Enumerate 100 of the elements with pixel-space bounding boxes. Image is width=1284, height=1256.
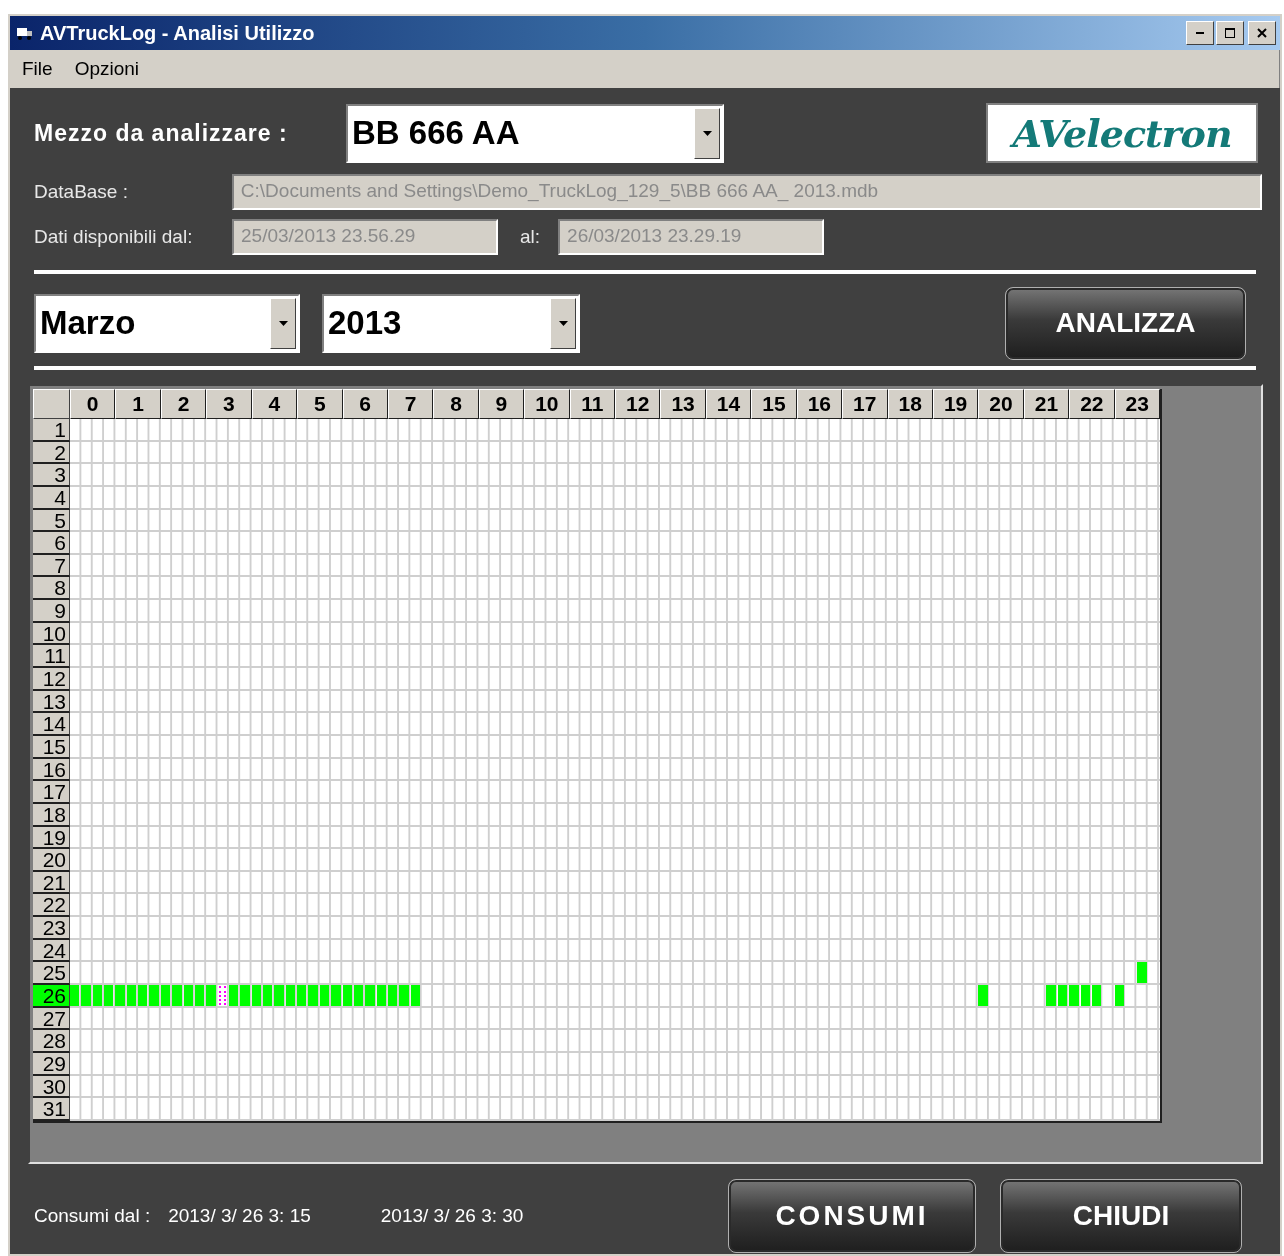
usage-cell[interactable] [206,985,216,1006]
day-header[interactable]: 23 [33,917,70,940]
usage-cell[interactable] [1057,985,1068,1006]
usage-cell[interactable] [160,985,171,1006]
usage-cell[interactable] [70,985,80,1006]
usage-cell[interactable] [285,985,296,1006]
grid-row[interactable] [70,645,1160,669]
usage-cell[interactable] [365,985,375,1006]
day-header[interactable]: 15 [33,735,70,759]
grid-row[interactable] [70,758,1160,782]
day-header[interactable]: 24 [33,939,70,963]
usage-cell[interactable] [308,985,318,1006]
day-header[interactable]: 4 [33,486,70,510]
grid-row[interactable] [70,1007,1160,1031]
usage-cell[interactable] [263,985,273,1006]
grid-row[interactable] [70,486,1160,510]
day-header[interactable]: 30 [33,1075,70,1099]
usage-cell[interactable] [149,985,159,1006]
grid-row[interactable] [70,1030,1160,1053]
day-header[interactable]: 16 [33,758,70,782]
usage-cell[interactable] [331,985,341,1006]
usage-cell[interactable] [115,985,125,1006]
grid-row[interactable] [70,894,1160,918]
grid-row[interactable] [70,985,1160,1008]
grid-row[interactable] [70,803,1160,827]
dropdown-button[interactable] [270,297,296,349]
grid-row[interactable] [70,849,1160,872]
day-header[interactable]: 17 [33,781,70,804]
menu-item[interactable]: Opzioni [74,58,140,80]
usage-cell[interactable] [410,985,420,1006]
usage-cell[interactable] [274,985,284,1006]
grid-row[interactable] [70,713,1160,736]
analyze-button[interactable]: ANALIZZA [1005,286,1246,360]
day-header[interactable]: 3 [33,464,70,487]
usage-cell[interactable] [1137,962,1147,983]
minimize-button[interactable] [1186,21,1214,45]
grid-row[interactable] [70,871,1160,895]
grid-row[interactable] [70,1075,1160,1099]
grid-row[interactable] [70,577,1160,601]
day-header[interactable]: 18 [33,803,70,827]
grid-row[interactable] [70,1052,1160,1076]
usage-cell[interactable] [1091,985,1102,1006]
grid-row[interactable] [70,917,1160,940]
day-header[interactable]: 20 [33,849,70,872]
usage-cell[interactable] [353,985,364,1006]
grid-row[interactable] [70,962,1160,985]
grid-row[interactable] [70,781,1160,804]
grid-row[interactable] [70,600,1160,623]
usage-cell[interactable] [92,985,103,1006]
grid-row[interactable] [70,464,1160,487]
usage-cell[interactable] [1114,985,1124,1006]
usage-cell[interactable] [1080,985,1090,1006]
usage-cell[interactable] [978,985,988,1006]
usage-cell[interactable] [387,985,398,1006]
close-button[interactable] [1248,21,1276,45]
day-header[interactable]: 28 [33,1030,70,1053]
consumption-button[interactable]: CONSUMI [728,1179,976,1253]
day-header[interactable]: 27 [33,1007,70,1031]
usage-cell[interactable] [319,985,330,1006]
grid-row[interactable] [70,441,1160,465]
usage-cell[interactable] [399,985,409,1006]
grid-row[interactable] [70,532,1160,555]
day-header[interactable]: 7 [33,554,70,578]
day-header[interactable]: 8 [33,577,70,601]
usage-cell[interactable] [376,985,386,1006]
usage-cell[interactable] [172,985,182,1006]
grid-row[interactable] [70,826,1160,850]
grid-row[interactable] [70,668,1160,691]
day-header[interactable]: 2 [33,441,70,465]
menu-item[interactable]: File [22,58,53,80]
day-header[interactable]: 12 [33,668,70,691]
usage-cell[interactable] [194,985,205,1006]
day-header[interactable]: 5 [33,509,70,533]
day-header[interactable]: 19 [33,826,70,850]
grid-row[interactable] [70,735,1160,759]
usage-cell[interactable] [342,985,352,1006]
day-header[interactable]: 22 [33,894,70,918]
grid-row[interactable] [70,509,1160,533]
grid-row[interactable] [70,419,1160,442]
day-header[interactable]: 21 [33,871,70,895]
usage-cell[interactable] [240,985,250,1006]
year-dropdown[interactable]: 2013 [322,293,580,353]
usage-cell[interactable] [1069,985,1079,1006]
usage-cell[interactable] [297,985,307,1006]
day-header[interactable]: 14 [33,713,70,736]
day-header[interactable]: 31 [33,1098,70,1121]
focused-cell[interactable] [217,985,227,1006]
usage-cell[interactable] [104,985,114,1006]
day-header[interactable]: 9 [33,600,70,623]
day-header[interactable]: 11 [33,645,70,669]
dropdown-button[interactable] [550,297,576,349]
grid-row[interactable] [70,1098,1160,1121]
usage-cell[interactable] [228,985,239,1006]
day-header[interactable]: 10 [33,622,70,646]
usage-cell[interactable] [138,985,148,1006]
day-header[interactable]: 25 [33,962,70,985]
day-header[interactable]: 29 [33,1052,70,1076]
day-header[interactable]: 6 [33,532,70,555]
vehicle-dropdown[interactable]: BB 666 AA [346,103,724,163]
grid-row[interactable] [70,690,1160,714]
